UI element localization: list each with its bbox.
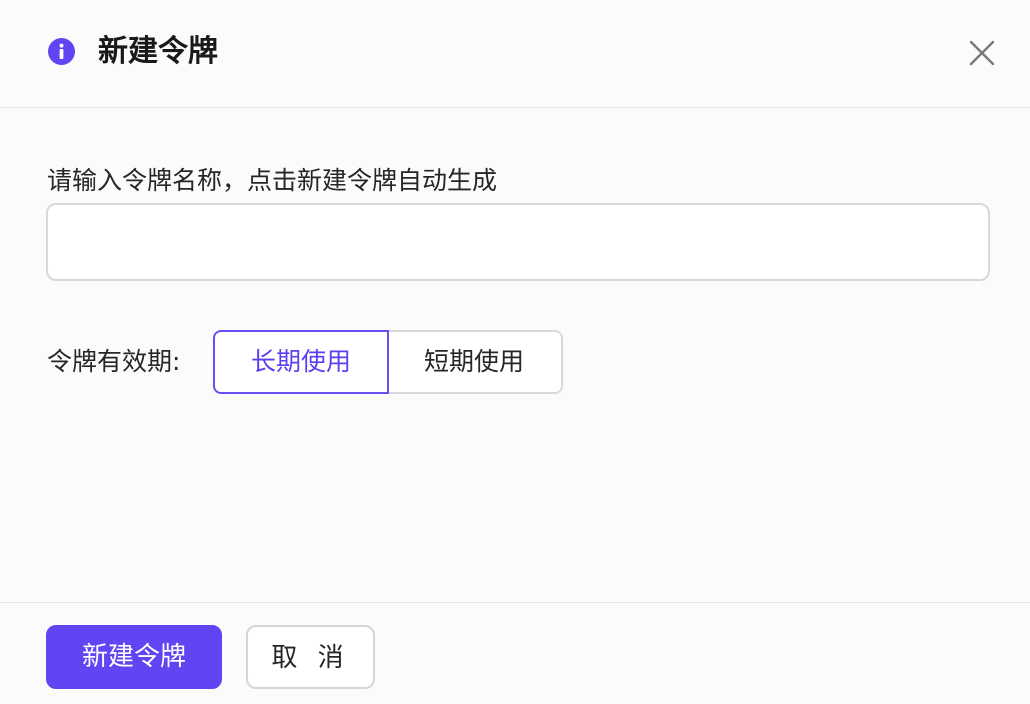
- dialog-title: 新建令牌: [98, 34, 218, 69]
- validity-option-short-term[interactable]: 短期使用: [387, 330, 563, 394]
- validity-option-long-term[interactable]: 长期使用: [213, 330, 389, 394]
- create-token-button[interactable]: 新建令牌: [46, 625, 222, 689]
- create-token-dialog: 新建令牌 请输入令牌名称，点击新建令牌自动生成 令牌有效期: 长期使用 短期使用…: [0, 0, 1030, 704]
- info-circle-icon: [48, 38, 75, 65]
- dialog-footer: 新建令牌 取 消: [0, 602, 1030, 704]
- dialog-header: 新建令牌: [0, 0, 1030, 108]
- cancel-button[interactable]: 取 消: [246, 625, 375, 689]
- token-name-label: 请输入令牌名称，点击新建令牌自动生成: [47, 166, 498, 195]
- token-name-input[interactable]: [46, 203, 990, 281]
- dialog-body: 请输入令牌名称，点击新建令牌自动生成 令牌有效期: 长期使用 短期使用: [0, 108, 1030, 602]
- close-icon[interactable]: [966, 37, 998, 69]
- token-validity-label: 令牌有效期:: [47, 347, 181, 376]
